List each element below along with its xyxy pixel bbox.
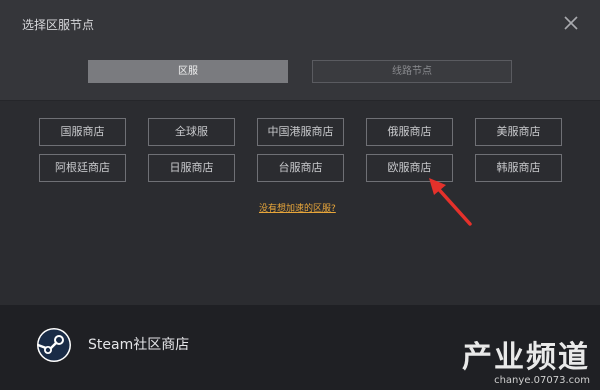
region-button-us[interactable]: 美服商店 [475,118,562,146]
tab-line-node[interactable]: 线路节点 [312,60,512,83]
missing-region-link[interactable]: 没有想加速的区服? [259,201,336,214]
region-button-hk[interactable]: 中国港服商店 [257,118,344,146]
watermark: 产业频道 chanye.07073.com [462,340,590,387]
watermark-title: 产业频道 [462,340,590,375]
region-button-global[interactable]: 全球服 [148,118,235,146]
window-title: 选择区服节点 [22,18,95,32]
title-bar: 选择区服节点 [0,0,600,48]
close-icon[interactable] [562,14,580,32]
tab-region[interactable]: 区服 [88,60,288,83]
region-button-ru[interactable]: 俄服商店 [366,118,453,146]
steam-logo-icon [37,328,71,362]
region-button-tw[interactable]: 台服商店 [257,154,344,182]
tab-bar: 区服 线路节点 [0,48,600,101]
region-button-ar[interactable]: 阿根廷商店 [39,154,126,182]
region-button-jp[interactable]: 日服商店 [148,154,235,182]
region-panel: 国服商店 全球服 中国港服商店 俄服商店 美服商店 阿根廷商店 日服商店 台服商… [0,101,600,305]
store-name: Steam社区商店 [88,337,190,353]
footer: Steam社区商店 产业频道 chanye.07073.com [0,305,600,390]
red-arrow-annotation [429,178,472,226]
region-button-kr[interactable]: 韩服商店 [475,154,562,182]
region-button-cn[interactable]: 国服商店 [39,118,126,146]
watermark-url: chanye.07073.com [494,375,590,386]
